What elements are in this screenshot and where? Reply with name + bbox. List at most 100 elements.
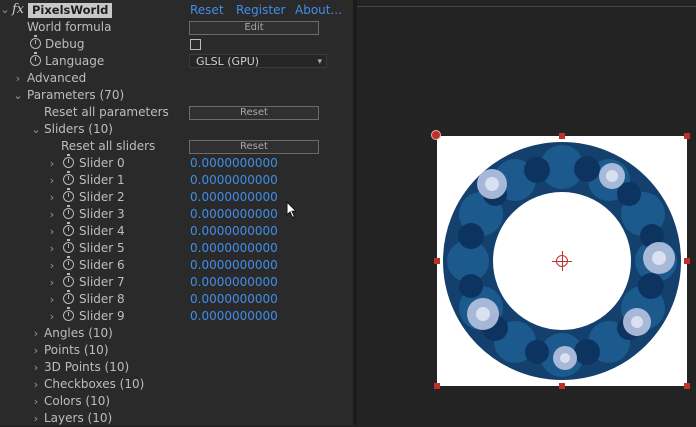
chevron-right-icon[interactable]: ›	[47, 155, 57, 172]
group-label: Angles (10)	[44, 326, 113, 340]
stopwatch-icon[interactable]	[63, 239, 74, 253]
group-label: 3D Points (10)	[44, 360, 130, 374]
slider-value[interactable]: 0.0000000000	[190, 223, 278, 240]
plugin-name[interactable]: PixelsWorld	[28, 3, 113, 18]
transform-handle[interactable]	[684, 258, 690, 264]
param-label: Language	[45, 54, 105, 68]
slider-label: Slider 2	[79, 190, 125, 204]
stopwatch-icon[interactable]	[63, 171, 74, 185]
group-points[interactable]: › Points (10)	[0, 342, 353, 359]
edit-button[interactable]: Edit	[189, 21, 319, 35]
reset-all-sliders-button[interactable]: Reset	[189, 140, 319, 154]
stopwatch-icon[interactable]	[63, 290, 74, 304]
slider-value[interactable]: 0.0000000000	[190, 240, 278, 257]
chevron-right-icon[interactable]: ›	[31, 376, 41, 393]
chevron-right-icon[interactable]: ›	[13, 70, 23, 87]
chevron-right-icon[interactable]: ›	[47, 172, 57, 189]
slider-label: Slider 6	[79, 258, 125, 272]
chevron-right-icon[interactable]: ›	[47, 223, 57, 240]
param-label: Debug	[45, 37, 85, 51]
group-parameters[interactable]: ⌄ Parameters (70)	[0, 87, 353, 104]
language-value: GLSL (GPU)	[196, 55, 260, 68]
slider-value[interactable]: 0.0000000000	[190, 206, 278, 223]
slider-row: › Slider 0 0.0000000000	[0, 154, 353, 172]
transform-handle[interactable]	[434, 383, 440, 389]
stopwatch-icon[interactable]	[63, 205, 74, 219]
fx-icon: fx	[12, 2, 25, 17]
slider-value[interactable]: 0.0000000000	[190, 172, 278, 189]
stopwatch-icon[interactable]	[63, 273, 74, 287]
stopwatch-icon[interactable]	[30, 52, 41, 66]
slider-value[interactable]: 0.0000000000	[190, 155, 278, 172]
slider-label: Slider 0	[79, 156, 125, 170]
chevron-right-icon[interactable]: ›	[31, 342, 41, 359]
chevron-right-icon[interactable]: ›	[47, 274, 57, 291]
composition-viewer[interactable]	[357, 0, 696, 425]
chevron-right-icon[interactable]: ›	[47, 257, 57, 274]
chevron-right-icon[interactable]: ›	[47, 206, 57, 223]
transform-handle[interactable]	[434, 258, 440, 264]
group-checkboxes[interactable]: › Checkboxes (10)	[0, 376, 353, 393]
slider-label: Slider 9	[79, 309, 125, 323]
mouse-cursor-icon	[286, 201, 298, 219]
group-colors[interactable]: › Colors (10)	[0, 393, 353, 410]
reset-all-parameters-button[interactable]: Reset	[189, 106, 319, 120]
slider-label: Slider 1	[79, 173, 125, 187]
transform-handle[interactable]	[559, 383, 565, 389]
slider-value[interactable]: 0.0000000000	[190, 274, 278, 291]
slider-row: › Slider 3 0.0000000000	[0, 205, 353, 223]
chevron-right-icon[interactable]: ›	[47, 308, 57, 325]
group-sliders[interactable]: ⌄ Sliders (10)	[0, 121, 353, 138]
anchor-handle[interactable]	[431, 130, 441, 140]
slider-label: Slider 5	[79, 241, 125, 255]
group-label: Checkboxes (10)	[44, 377, 145, 391]
debug-checkbox[interactable]	[190, 39, 201, 50]
param-label: World formula	[27, 20, 112, 34]
chevron-right-icon[interactable]: ›	[31, 393, 41, 410]
slider-label: Slider 8	[79, 292, 125, 306]
effect-header: ⌄ fx PixelsWorld Reset Register About...	[0, 1, 353, 19]
slider-label: Slider 4	[79, 224, 125, 238]
slider-row: › Slider 9 0.0000000000	[0, 307, 353, 325]
chevron-right-icon[interactable]: ›	[31, 325, 41, 342]
transform-handle[interactable]	[559, 133, 565, 139]
effect-controls-panel: ⌄ fx PixelsWorld Reset Register About...…	[0, 0, 353, 425]
transform-handle[interactable]	[684, 383, 690, 389]
param-debug: Debug	[0, 35, 353, 53]
chevron-down-icon[interactable]: ⌄	[0, 1, 10, 18]
chevron-right-icon[interactable]: ›	[47, 291, 57, 308]
slider-row: › Slider 6 0.0000000000	[0, 256, 353, 274]
slider-value[interactable]: 0.0000000000	[190, 257, 278, 274]
register-link[interactable]: Register	[236, 1, 285, 19]
stopwatch-icon[interactable]	[63, 188, 74, 202]
stopwatch-icon[interactable]	[63, 154, 74, 168]
slider-label: Slider 7	[79, 275, 125, 289]
chevron-right-icon[interactable]: ›	[47, 240, 57, 257]
slider-row: › Slider 4 0.0000000000	[0, 222, 353, 240]
stopwatch-icon[interactable]	[63, 256, 74, 270]
slider-value[interactable]: 0.0000000000	[190, 189, 278, 206]
reset-link[interactable]: Reset	[190, 1, 224, 19]
group-label: Layers (10)	[44, 411, 113, 425]
param-world-formula: World formula Edit	[0, 19, 353, 36]
chevron-right-icon[interactable]: ›	[31, 359, 41, 376]
param-reset-all-parameters: Reset all parameters Reset	[0, 104, 353, 121]
stopwatch-icon[interactable]	[63, 222, 74, 236]
stopwatch-icon[interactable]	[63, 307, 74, 321]
stopwatch-icon[interactable]	[30, 35, 41, 49]
chevron-down-icon[interactable]: ⌄	[31, 121, 41, 138]
group-3d-points[interactable]: › 3D Points (10)	[0, 359, 353, 376]
chevron-down-icon: ▾	[317, 57, 322, 67]
about-link[interactable]: About...	[295, 1, 342, 19]
group-advanced[interactable]: › Advanced	[0, 70, 353, 87]
group-layers[interactable]: › Layers (10)	[0, 410, 353, 427]
transform-handle[interactable]	[684, 133, 690, 139]
chevron-down-icon[interactable]: ⌄	[13, 87, 23, 104]
slider-value[interactable]: 0.0000000000	[190, 291, 278, 308]
chevron-right-icon[interactable]: ›	[47, 189, 57, 206]
group-angles[interactable]: › Angles (10)	[0, 325, 353, 342]
slider-row: › Slider 8 0.0000000000	[0, 290, 353, 308]
language-dropdown[interactable]: GLSL (GPU) ▾	[189, 54, 327, 68]
slider-value[interactable]: 0.0000000000	[190, 308, 278, 325]
chevron-right-icon[interactable]: ›	[31, 410, 41, 427]
